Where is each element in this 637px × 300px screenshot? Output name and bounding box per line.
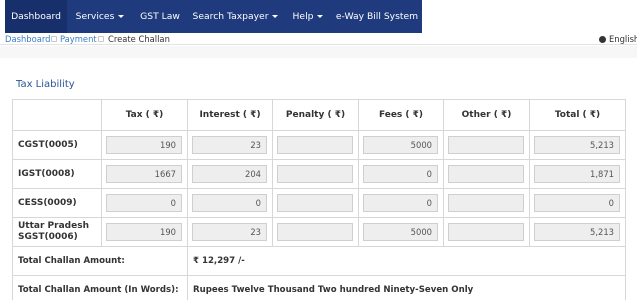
breadcrumb-separator-icon	[98, 36, 104, 42]
nav-dashboard[interactable]: Dashboard	[5, 0, 67, 33]
section-title: Tax Liability	[16, 79, 75, 90]
tax-field: 0	[106, 194, 182, 212]
top-navbar: Dashboard Services GST Law Search Taxpay…	[0, 0, 637, 33]
interest-field: 23	[192, 223, 267, 241]
caret-down-icon	[118, 15, 125, 18]
total-field: 0	[534, 194, 620, 212]
caret-down-icon	[317, 15, 324, 18]
total-amount-label: Total Challan Amount:	[12, 246, 188, 276]
nav-help[interactable]: Help	[284, 0, 332, 33]
other-field	[448, 194, 524, 212]
tax-field: 1667	[106, 165, 182, 183]
nav-search-taxpayer[interactable]: Search Taxpayer	[187, 0, 284, 33]
total-words-value: Rupees Twelve Thousand Two hundred Ninet…	[187, 275, 626, 300]
column-header-penalty: Penalty ( ₹)	[272, 99, 359, 131]
breadcrumb-current: Create Challan	[108, 34, 170, 44]
column-header-tax: Tax ( ₹)	[101, 99, 188, 131]
table-row: CGST(0005) 190 23 5000 5,213	[12, 130, 626, 160]
penalty-field	[277, 223, 353, 241]
nav-eway-bill[interactable]: e-Way Bill System	[332, 0, 422, 33]
breadcrumb-dashboard[interactable]: Dashboard	[5, 33, 50, 45]
fees-field: 5000	[363, 136, 438, 154]
table-row: IGST(0008) 1667 204 0 1,871	[12, 159, 626, 189]
tax-field: 190	[106, 223, 182, 241]
penalty-field	[277, 165, 353, 183]
language-selector[interactable]: English	[599, 33, 637, 45]
total-field: 1,871	[534, 165, 620, 183]
other-field	[448, 223, 524, 241]
column-header	[12, 99, 102, 131]
tax-field: 190	[106, 136, 182, 154]
interest-field: 0	[192, 194, 267, 212]
fees-field: 0	[363, 165, 438, 183]
column-header-other: Other ( ₹)	[443, 99, 530, 131]
caret-down-icon	[272, 15, 279, 18]
globe-icon	[599, 36, 606, 43]
fees-field: 5000	[363, 223, 438, 241]
breadcrumb-payment[interactable]: Payment	[60, 33, 97, 45]
nav-services[interactable]: Services	[67, 0, 133, 33]
row-label: IGST(0008)	[12, 159, 102, 189]
table-header-row: Tax ( ₹) Interest ( ₹) Penalty ( ₹) Fees…	[12, 99, 626, 131]
table-row: Uttar Pradesh SGST(0006) 190 23 5000 5,2…	[12, 217, 626, 247]
row-label: CGST(0005)	[12, 130, 102, 160]
penalty-field	[277, 136, 353, 154]
other-field	[448, 165, 524, 183]
interest-field: 204	[192, 165, 267, 183]
total-words-row: Total Challan Amount (In Words): Rupees …	[12, 275, 626, 300]
nav-menu: Dashboard Services GST Law Search Taxpay…	[5, 0, 422, 33]
total-field: 5,213	[534, 136, 620, 154]
row-label: Uttar Pradesh SGST(0006)	[12, 217, 102, 247]
page-header-band	[0, 46, 637, 58]
column-header-interest: Interest ( ₹)	[187, 99, 273, 131]
table-row: CESS(0009) 0 0 0 0	[12, 188, 626, 218]
column-header-total: Total ( ₹)	[529, 99, 626, 131]
breadcrumb-separator-icon	[51, 36, 57, 42]
interest-field: 23	[192, 136, 267, 154]
total-amount-row: Total Challan Amount: ₹ 12,297 /-	[12, 246, 626, 276]
total-field: 5,213	[534, 223, 620, 241]
total-amount-value: ₹ 12,297 /-	[187, 246, 626, 276]
other-field	[448, 136, 524, 154]
tax-liability-table: Tax ( ₹) Interest ( ₹) Penalty ( ₹) Fees…	[12, 99, 626, 300]
fees-field: 0	[363, 194, 438, 212]
row-label: CESS(0009)	[12, 188, 102, 218]
penalty-field	[277, 194, 353, 212]
column-header-fees: Fees ( ₹)	[358, 99, 444, 131]
total-words-label: Total Challan Amount (In Words):	[12, 275, 188, 300]
nav-gst-law[interactable]: GST Law	[133, 0, 187, 33]
